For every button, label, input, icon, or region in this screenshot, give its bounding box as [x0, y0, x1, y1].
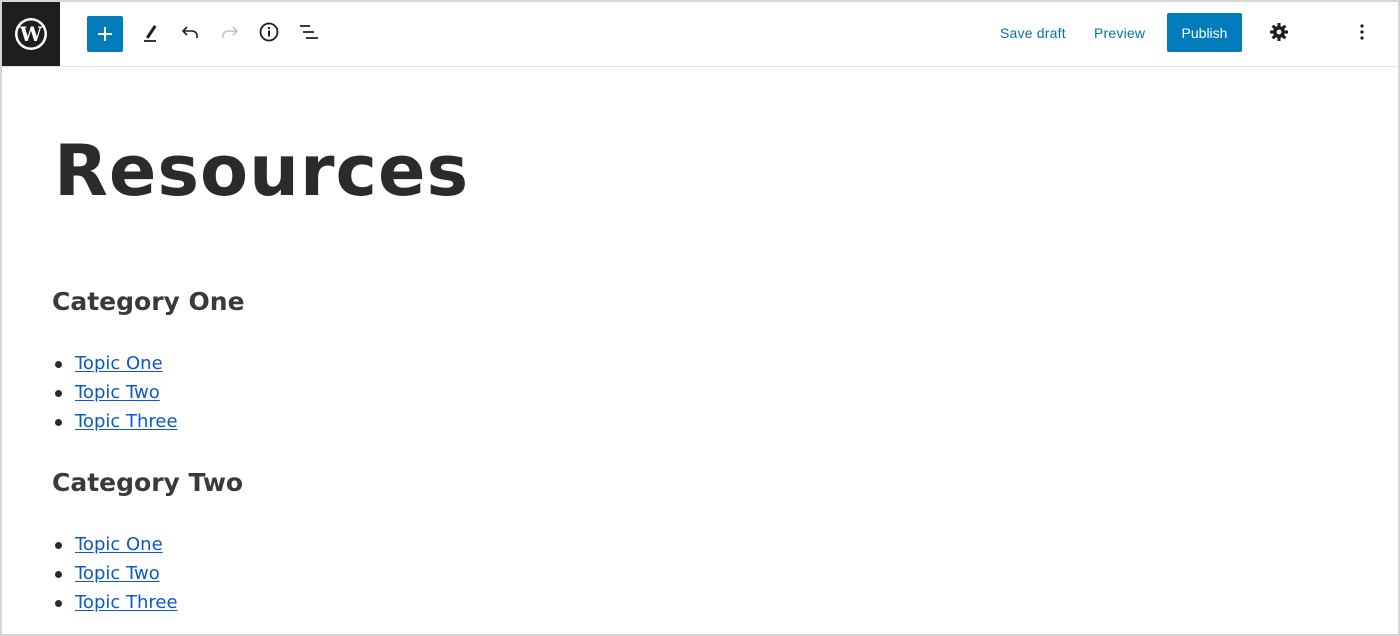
- bullet-icon: [55, 361, 62, 368]
- redo-button[interactable]: [212, 14, 248, 50]
- topic-link[interactable]: Topic Three: [75, 592, 178, 613]
- list-view-icon: [300, 25, 318, 39]
- topic-link[interactable]: Topic Three: [75, 411, 178, 432]
- page-title[interactable]: Resources: [54, 136, 469, 206]
- topic-list: Topic One Topic Two Topic Three: [52, 530, 178, 617]
- wordpress-logo-button[interactable]: W: [2, 2, 60, 66]
- redo-icon: [222, 26, 239, 38]
- undo-button[interactable]: [172, 14, 208, 50]
- list-item: Topic One: [52, 349, 178, 378]
- category-heading[interactable]: Category Two: [52, 470, 243, 495]
- undo-icon: [181, 26, 198, 38]
- details-button[interactable]: [251, 14, 287, 50]
- bullet-icon: [55, 571, 62, 578]
- topic-list: Topic One Topic Two Topic Three: [52, 349, 178, 436]
- gear-icon: [1270, 23, 1288, 41]
- list-item: Topic Two: [52, 378, 178, 407]
- bullet-icon: [55, 419, 62, 426]
- settings-button[interactable]: [1261, 14, 1297, 50]
- topic-link[interactable]: Topic Two: [75, 563, 160, 584]
- editor-window: W Save draft Preview Publish Resources C…: [0, 0, 1400, 636]
- editor-toolbar: W Save draft Preview Publish: [2, 2, 1398, 67]
- preview-button[interactable]: Preview: [1094, 21, 1145, 45]
- editor-content: Resources Category One Topic One Topic T…: [52, 68, 1398, 634]
- topic-link[interactable]: Topic Two: [75, 382, 160, 403]
- svg-text:W: W: [19, 22, 43, 46]
- bullet-icon: [55, 542, 62, 549]
- category-heading[interactable]: Category One: [52, 289, 245, 314]
- add-block-button[interactable]: [87, 16, 123, 52]
- publish-button[interactable]: Publish: [1167, 13, 1242, 52]
- topic-link[interactable]: Topic One: [75, 353, 163, 374]
- plus-icon: [98, 27, 112, 41]
- wordpress-logo-icon: W: [15, 18, 47, 50]
- bullet-icon: [55, 390, 62, 397]
- more-vertical-icon: [1360, 24, 1364, 40]
- bullet-icon: [55, 600, 62, 607]
- info-icon: [259, 22, 279, 42]
- list-item: Topic Three: [52, 588, 178, 617]
- list-item: Topic One: [52, 530, 178, 559]
- tools-button[interactable]: [132, 14, 168, 50]
- options-button[interactable]: [1344, 14, 1380, 50]
- list-item: Topic Three: [52, 407, 178, 436]
- save-draft-button[interactable]: Save draft: [1000, 21, 1066, 45]
- list-view-button[interactable]: [291, 14, 327, 50]
- pencil-icon: [144, 25, 157, 42]
- list-item: Topic Two: [52, 559, 178, 588]
- topic-link[interactable]: Topic One: [75, 534, 163, 555]
